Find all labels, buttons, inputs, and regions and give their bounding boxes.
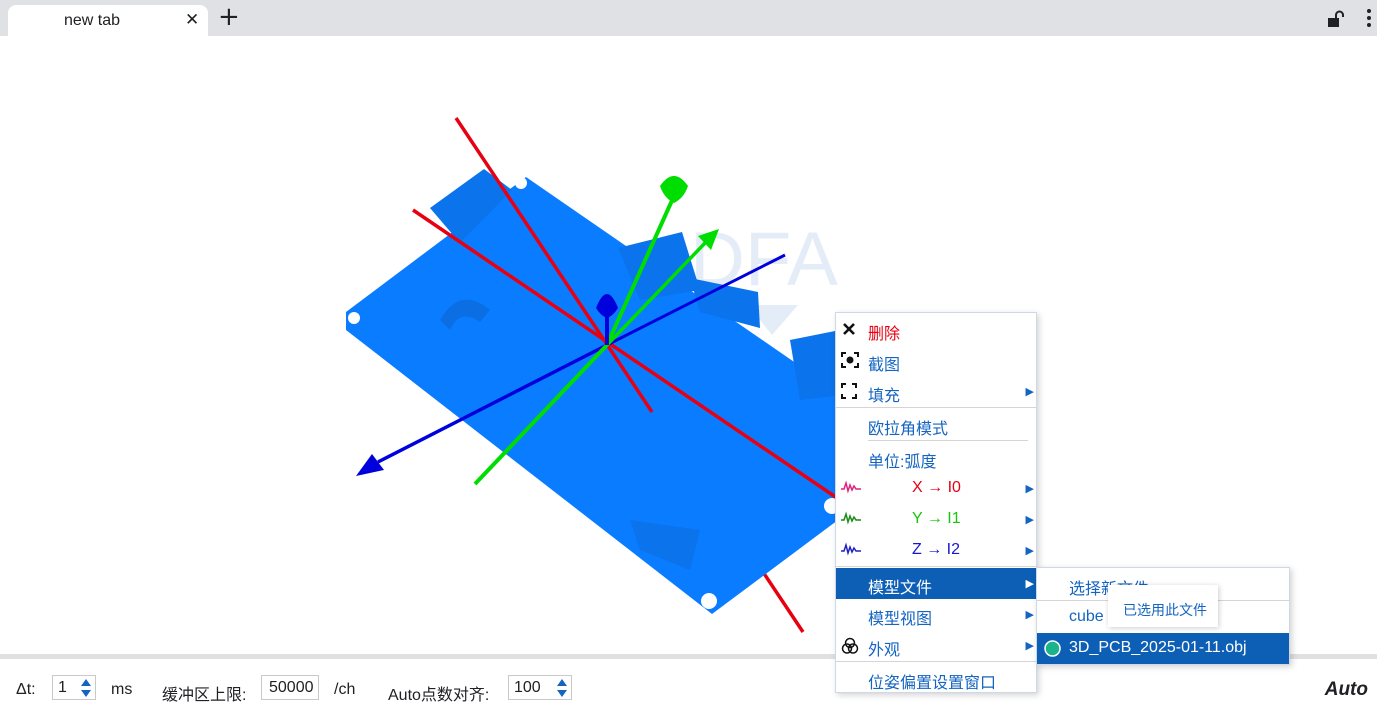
menu-item-label: 单位:弧度 bbox=[868, 454, 937, 471]
menu-item-delete[interactable]: 删除 bbox=[836, 314, 1036, 345]
waveform-icon bbox=[841, 511, 861, 525]
waveform-icon bbox=[841, 542, 861, 556]
submenu-arrow-icon: ▶ bbox=[1025, 578, 1034, 590]
context-menu: 删除 截图 填充 ▶ 欧拉角模式 单位:弧度 X → I0 ▶ Y → I1 ▶ bbox=[835, 312, 1037, 693]
menu-item-label: Z → I2 bbox=[912, 541, 961, 558]
menu-item-model-view[interactable]: 模型视图 ▶ bbox=[836, 599, 1036, 630]
align-stepper[interactable]: 100 bbox=[508, 675, 572, 700]
dt-unit: ms bbox=[111, 681, 133, 698]
waveform-icon bbox=[841, 480, 861, 494]
tooltip-text: 已选用此文件 bbox=[1123, 602, 1207, 618]
dt-label: Δt: bbox=[16, 681, 36, 698]
menu-item-label: 填充 bbox=[868, 388, 901, 405]
submenu-arrow-icon: ▶ bbox=[1025, 609, 1034, 621]
spinner-arrows-icon[interactable] bbox=[556, 678, 568, 698]
tab-title: new tab bbox=[64, 12, 121, 29]
new-tab-icon[interactable]: + bbox=[218, 4, 240, 30]
submenu-item-label: 3D_PCB_2025-01-11.obj bbox=[1069, 639, 1247, 656]
submenu-arrow-icon: ▶ bbox=[1025, 386, 1034, 398]
menu-item-label: 截图 bbox=[868, 357, 901, 374]
align-label: Auto点数对齐: bbox=[388, 687, 490, 704]
submenu-arrow-icon: ▶ bbox=[1025, 545, 1034, 557]
fill-icon bbox=[841, 383, 857, 399]
submenu-item-pcb-file[interactable]: 3D_PCB_2025-01-11.obj bbox=[1037, 633, 1289, 664]
submenu-arrow-icon: ▶ bbox=[1025, 483, 1034, 495]
close-icon bbox=[843, 323, 855, 335]
auto-button[interactable]: Auto bbox=[1325, 679, 1368, 701]
menu-item-model-file[interactable]: 模型文件 ▶ bbox=[836, 568, 1036, 599]
menu-item-screenshot[interactable]: 截图 bbox=[836, 345, 1036, 376]
appearance-icon bbox=[841, 637, 859, 654]
tab-close-icon[interactable]: ✕ bbox=[185, 10, 199, 30]
unlock-icon[interactable] bbox=[1326, 9, 1346, 29]
menu-item-label: X → I0 bbox=[912, 479, 961, 496]
menu-item-label: 位姿偏置设置窗口 bbox=[868, 675, 997, 692]
menu-item-fill[interactable]: 填充 ▶ bbox=[836, 376, 1036, 407]
browser-tab-bar: new tab ✕ + bbox=[0, 0, 1377, 36]
dt-value[interactable]: 1 bbox=[58, 679, 67, 697]
menu-divider bbox=[836, 566, 1036, 567]
submenu-item-label: cube bbox=[1069, 608, 1104, 625]
menu-item-label: 欧拉角模式 bbox=[868, 421, 949, 438]
menu-item-label: 外观 bbox=[868, 642, 901, 659]
menu-divider bbox=[868, 440, 1028, 441]
screenshot-icon bbox=[841, 352, 859, 368]
menu-divider bbox=[836, 661, 1036, 662]
menu-item-unit-radians[interactable]: 单位:弧度 bbox=[836, 442, 1036, 473]
menu-item-pose-offset-window[interactable]: 位姿偏置设置窗口 bbox=[836, 663, 1036, 694]
menu-item-z-channel[interactable]: Z → I2 ▶ bbox=[836, 535, 1036, 566]
menu-item-label: 删除 bbox=[868, 326, 901, 343]
submenu-arrow-icon: ▶ bbox=[1025, 514, 1034, 526]
browser-tab[interactable]: new tab ✕ bbox=[8, 5, 208, 36]
selected-radio-icon bbox=[1044, 640, 1061, 657]
menu-item-euler-mode[interactable]: 欧拉角模式 bbox=[836, 409, 1036, 440]
menu-item-label: 模型视图 bbox=[868, 611, 933, 628]
menu-item-x-channel[interactable]: X → I0 ▶ bbox=[836, 473, 1036, 504]
menu-item-label: Y → I1 bbox=[912, 510, 961, 527]
dt-stepper[interactable]: 1 bbox=[52, 675, 96, 700]
buffer-value[interactable]: 50000 bbox=[269, 679, 314, 697]
submenu-arrow-icon: ▶ bbox=[1025, 640, 1034, 652]
buffer-input[interactable]: 50000 bbox=[261, 675, 319, 700]
buffer-label: 缓冲区上限: bbox=[162, 687, 247, 704]
menu-divider bbox=[836, 407, 1036, 408]
buffer-unit: /ch bbox=[334, 681, 356, 698]
menu-item-y-channel[interactable]: Y → I1 ▶ bbox=[836, 504, 1036, 535]
3d-scene: DFA bbox=[346, 117, 842, 633]
menu-item-appearance[interactable]: 外观 ▶ bbox=[836, 630, 1036, 661]
tooltip: 已选用此文件 bbox=[1108, 585, 1218, 627]
spinner-arrows-icon[interactable] bbox=[80, 678, 92, 698]
align-value[interactable]: 100 bbox=[514, 679, 541, 697]
more-options-icon[interactable] bbox=[1366, 8, 1372, 28]
3d-viewport[interactable]: DFA bbox=[0, 36, 1377, 654]
menu-item-label: 模型文件 bbox=[868, 580, 933, 597]
